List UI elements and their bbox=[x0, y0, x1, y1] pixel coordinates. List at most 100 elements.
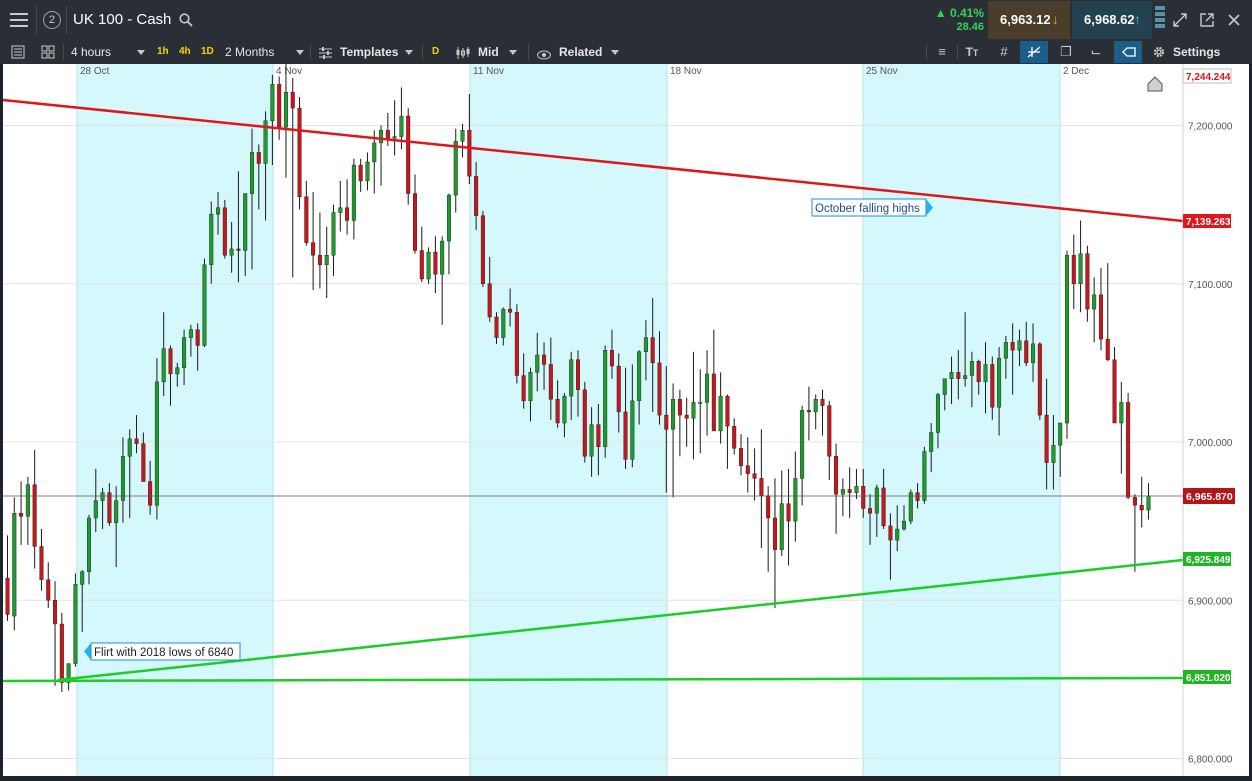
buy-price-button[interactable]: 6,968.62 ↑ bbox=[1072, 1, 1152, 39]
text-tool-icon[interactable]: TT bbox=[962, 40, 982, 65]
search-icon[interactable] bbox=[179, 13, 193, 27]
candle-up[interactable] bbox=[705, 373, 710, 403]
instrument-title[interactable]: UK 100 - Cash bbox=[73, 11, 171, 29]
candle-down[interactable] bbox=[684, 414, 689, 419]
candle-down[interactable] bbox=[1010, 342, 1015, 351]
candle-up[interactable] bbox=[182, 337, 187, 368]
draw-tools-icon[interactable]: ⌙ bbox=[1087, 40, 1105, 64]
candle-down[interactable] bbox=[311, 242, 316, 256]
candle-down[interactable] bbox=[582, 389, 587, 457]
crosshair-tool-icon[interactable] bbox=[1020, 41, 1048, 63]
candle-up[interactable] bbox=[127, 438, 132, 457]
indicator-list-icon[interactable]: ≡ bbox=[934, 40, 950, 64]
quick-interval-1h[interactable]: 1h bbox=[157, 40, 169, 64]
candle-up[interactable] bbox=[243, 193, 248, 251]
candle-up[interactable] bbox=[283, 92, 288, 128]
candle-down[interactable] bbox=[1132, 497, 1137, 506]
candle-up[interactable] bbox=[528, 372, 533, 402]
candle-down[interactable] bbox=[39, 546, 44, 580]
candle-down[interactable] bbox=[222, 207, 227, 256]
candle-down[interactable] bbox=[148, 481, 153, 506]
candle-up[interactable] bbox=[86, 517, 91, 572]
candle-up[interactable] bbox=[399, 115, 404, 137]
candle-down[interactable] bbox=[725, 395, 730, 427]
candle-up[interactable] bbox=[874, 487, 879, 514]
candle-down[interactable] bbox=[290, 92, 295, 109]
candle-down[interactable] bbox=[19, 513, 24, 517]
depth-ladder-icon[interactable] bbox=[1155, 6, 1165, 34]
candle-down[interactable] bbox=[834, 456, 839, 495]
expand-icon[interactable] bbox=[1172, 12, 1188, 28]
candle-up[interactable] bbox=[100, 492, 105, 501]
candle-down[interactable] bbox=[847, 489, 852, 493]
candle-down[interactable] bbox=[467, 130, 472, 177]
candle-down[interactable] bbox=[433, 251, 438, 275]
chart-area[interactable]: 28 Oct 4 Nov 11 Nov 18 Nov 25 Nov 2 Dec Octob… bbox=[2, 60, 1249, 776]
templates-chevron-down-icon[interactable] bbox=[405, 50, 413, 55]
candle-down[interactable] bbox=[419, 250, 424, 280]
candle-up[interactable] bbox=[983, 364, 988, 383]
candle-down[interactable] bbox=[358, 164, 363, 182]
related-dropdown[interactable]: Related bbox=[559, 40, 602, 64]
candle-up[interactable] bbox=[372, 142, 377, 163]
candle-down[interactable] bbox=[487, 283, 492, 318]
candle-up[interactable] bbox=[379, 130, 384, 144]
candle-down[interactable] bbox=[1024, 340, 1029, 364]
candle-down[interactable] bbox=[1044, 414, 1049, 463]
candle-down[interactable] bbox=[494, 316, 499, 338]
candle-up[interactable] bbox=[1064, 255, 1069, 424]
candle-up[interactable] bbox=[895, 528, 900, 541]
candle-down[interactable] bbox=[53, 600, 58, 625]
candle-up[interactable] bbox=[562, 395, 567, 424]
candle-up[interactable] bbox=[969, 361, 974, 376]
candle-up[interactable] bbox=[12, 513, 17, 617]
candle-up[interactable] bbox=[80, 571, 85, 585]
candle-down[interactable] bbox=[542, 354, 547, 365]
candle-up[interactable] bbox=[175, 367, 180, 375]
candle-down[interactable] bbox=[976, 361, 981, 383]
candle-up[interactable] bbox=[589, 424, 594, 457]
candle-up[interactable] bbox=[426, 251, 431, 280]
candle-down[interactable] bbox=[107, 492, 112, 523]
candle-up[interactable] bbox=[365, 161, 370, 182]
candle-up[interactable] bbox=[535, 354, 540, 373]
candle-down[interactable] bbox=[1098, 294, 1103, 340]
quick-interval-4h[interactable]: 4h bbox=[179, 40, 191, 64]
candle-up[interactable] bbox=[392, 136, 397, 139]
candle-up[interactable] bbox=[1051, 444, 1056, 463]
candle-up[interactable] bbox=[338, 207, 343, 213]
support-annotation[interactable]: Flirt with 2018 lows of 6840 bbox=[84, 642, 241, 661]
candle-up[interactable] bbox=[154, 381, 159, 506]
candle-down[interactable] bbox=[576, 359, 581, 390]
interval-chevron-down-icon[interactable] bbox=[137, 50, 145, 55]
candle-down[interactable] bbox=[881, 487, 886, 527]
candle-down[interactable] bbox=[277, 84, 282, 128]
candle-up[interactable] bbox=[270, 84, 275, 121]
candle-up[interactable] bbox=[1119, 402, 1124, 424]
candle-down[interactable] bbox=[555, 399, 560, 424]
candle-down[interactable] bbox=[1085, 253, 1090, 310]
list-icon[interactable] bbox=[11, 45, 25, 59]
candle-up[interactable] bbox=[202, 264, 207, 346]
candle-up[interactable] bbox=[209, 213, 214, 265]
candle-up[interactable] bbox=[949, 372, 954, 379]
related-chevron-down-icon[interactable] bbox=[611, 50, 619, 55]
candle-up[interactable] bbox=[929, 432, 934, 452]
candle-down[interactable] bbox=[827, 405, 832, 457]
candle-up[interactable] bbox=[324, 255, 329, 265]
range-dropdown[interactable]: 2 Months bbox=[225, 40, 274, 64]
candle-down[interactable] bbox=[596, 424, 601, 447]
candle-down[interactable] bbox=[990, 364, 995, 408]
candle-up[interactable] bbox=[997, 357, 1002, 408]
candle-down[interactable] bbox=[297, 107, 302, 197]
layout-grid-icon[interactable] bbox=[41, 45, 55, 59]
candle-down[interactable] bbox=[5, 577, 10, 615]
candle-down[interactable] bbox=[739, 448, 744, 466]
candle-down[interactable] bbox=[759, 478, 764, 497]
candle-down[interactable] bbox=[195, 329, 200, 346]
candle-up[interactable] bbox=[630, 400, 635, 460]
candle-up[interactable] bbox=[569, 359, 574, 397]
layers-icon[interactable]: ❐ bbox=[1057, 40, 1075, 64]
candle-up[interactable] bbox=[671, 399, 676, 430]
candle-up[interactable] bbox=[1003, 342, 1008, 359]
